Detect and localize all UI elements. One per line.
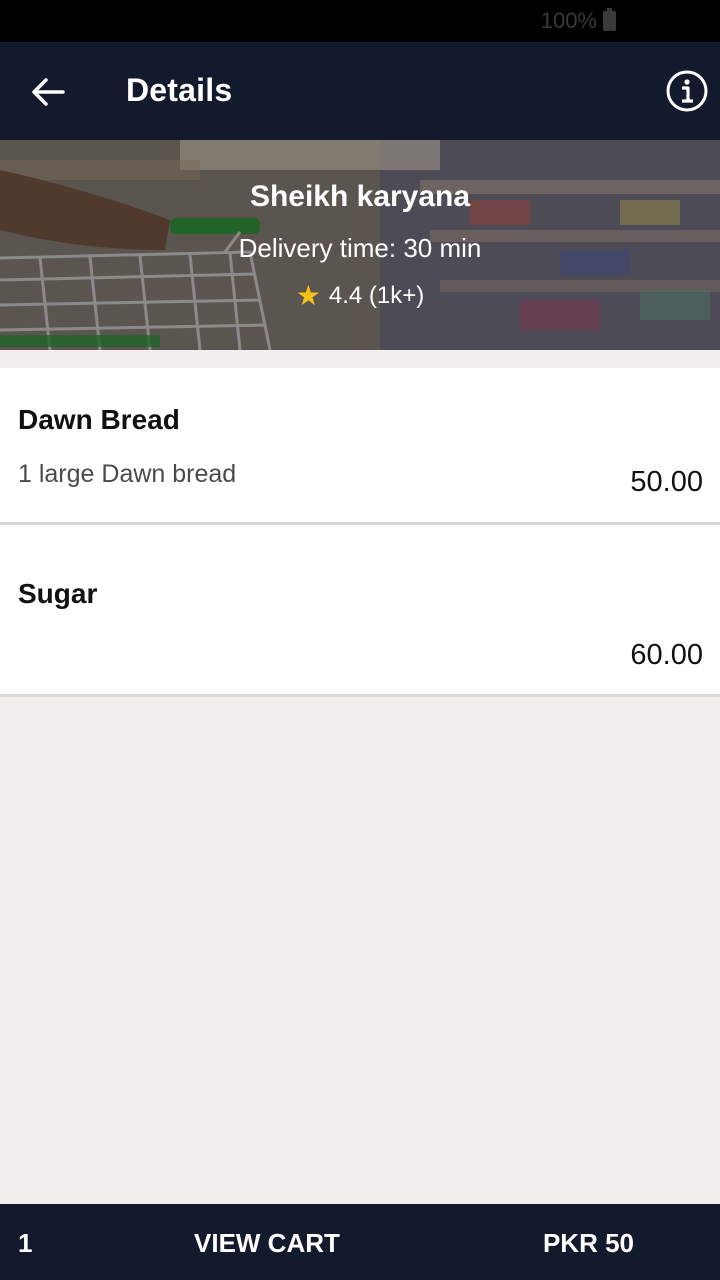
- battery-level: 100%: [540, 8, 597, 33]
- store-rating: ★ 4.4 (1k+): [0, 282, 720, 310]
- product-list: Dawn Bread 1 large Dawn bread 50.00 Suga…: [0, 368, 720, 697]
- cart-total: PKR 50: [542, 1228, 634, 1258]
- status-bar: 100%: [0, 0, 720, 42]
- app-header: Details: [0, 42, 720, 140]
- product-price: 50.00: [630, 466, 703, 498]
- product-price: 60.00: [630, 639, 703, 671]
- cart-item-count: 1: [18, 1228, 33, 1258]
- page-title: Details: [126, 72, 233, 108]
- rating-value: 4.4 (1k+): [328, 282, 425, 309]
- product-item-sugar[interactable]: Sugar 60.00: [0, 525, 720, 697]
- app-screen: 100% Details Sheikh karyana Delivery tim…: [0, 0, 720, 1280]
- product-name: Sugar: [18, 578, 98, 609]
- view-cart-bar[interactable]: 1 VIEW CART PKR 50: [0, 1204, 720, 1280]
- product-name: Dawn Bread: [18, 404, 180, 435]
- store-name: Sheikh karyana: [249, 180, 471, 213]
- product-description: 1 large Dawn bread: [18, 460, 237, 488]
- star-icon: ★: [295, 280, 321, 311]
- battery-icon: [603, 8, 616, 31]
- store-banner: Sheikh karyana Delivery time: 30 min ★ 4…: [0, 140, 720, 350]
- product-item-dawn-bread[interactable]: Dawn Bread 1 large Dawn bread 50.00: [0, 368, 720, 525]
- view-cart-button[interactable]: VIEW CART: [194, 1228, 340, 1259]
- delivery-time: Delivery time: 30 min: [238, 233, 482, 263]
- info-icon: [666, 70, 708, 112]
- arrow-left-icon: [32, 78, 65, 106]
- info-button[interactable]: [664, 68, 710, 114]
- back-button[interactable]: [22, 66, 74, 118]
